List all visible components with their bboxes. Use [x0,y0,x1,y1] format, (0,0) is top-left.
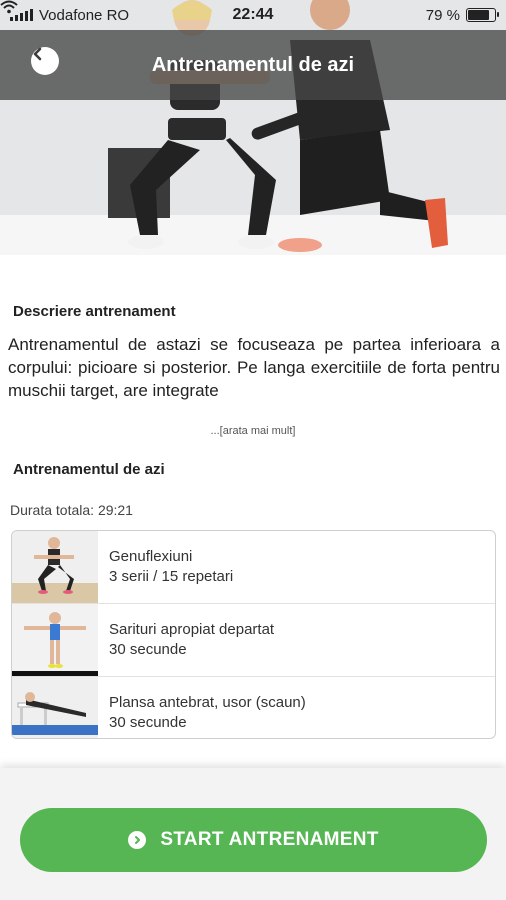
start-workout-label: START ANTRENAMENT [160,829,379,850]
back-button[interactable] [31,47,59,75]
exercise-thumbnail [12,531,98,603]
exercise-name: Sarituri apropiat departat [109,621,275,638]
battery-percent: 79 % [425,6,460,24]
exercise-row[interactable]: Sarituri apropiat departat 30 secunde [12,604,495,677]
exercise-list: Genuflexiuni 3 serii / 15 repetari Sarit… [11,530,496,739]
header-bar: Antrenamentul de azi [0,30,506,100]
workout-heading: Antrenamentul de azi [13,461,165,478]
start-workout-button[interactable]: START ANTRENAMENT [20,808,487,872]
description-text: Antrenamentul de astazi se focuseaza pe … [8,335,500,400]
exercise-detail: 30 secunde [109,714,187,731]
exercise-row[interactable]: Genuflexiuni 3 serii / 15 repetari [12,531,495,604]
carrier-label: Vodafone RO [39,6,130,24]
description-heading: Descriere antrenament [13,303,176,320]
exercise-name: Plansa antebrat, usor (scaun) [109,694,306,711]
exercise-detail: 3 serii / 15 repetari [109,568,234,585]
total-duration: Durata totala: 29:21 [10,502,133,518]
chevron-left-icon [33,47,42,61]
exercise-thumbnail [12,604,98,676]
exercise-name: Genuflexiuni [109,548,193,565]
show-more-link[interactable]: ...[arata mai mult] [0,425,506,437]
status-bar: Vodafone RO 22:44 79 % [0,0,506,30]
exercise-row[interactable]: Plansa antebrat, usor (scaun) 30 secunde [12,677,495,738]
exercise-thumbnail [12,677,98,738]
hero-image: Vodafone RO 22:44 79 % Antrenamentul de … [0,0,506,255]
page-title: Antrenamentul de azi [151,53,355,76]
play-circle-icon [128,831,147,849]
battery-icon [466,8,499,22]
wifi-icon [0,0,18,14]
exercise-detail: 30 secunde [109,641,187,658]
